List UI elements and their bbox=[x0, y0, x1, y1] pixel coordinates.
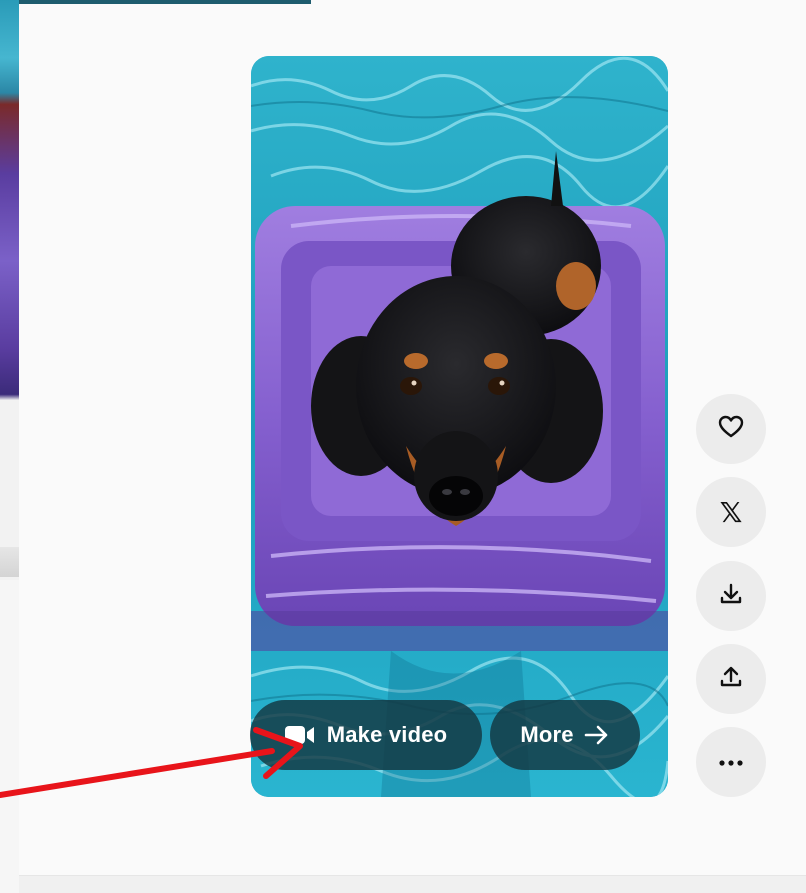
video-camera-icon bbox=[284, 724, 315, 746]
heart-icon bbox=[718, 415, 744, 444]
make-video-label: Make video bbox=[326, 722, 448, 747]
background-image-strip bbox=[0, 0, 19, 580]
generated-image-card[interactable] bbox=[251, 56, 668, 797]
more-dots-icon bbox=[719, 753, 743, 771]
x-logo-icon: 𝕏 bbox=[719, 495, 743, 529]
upload-share-icon bbox=[719, 665, 743, 694]
make-video-button[interactable]: Make video bbox=[250, 700, 482, 770]
download-button[interactable] bbox=[696, 561, 766, 631]
background-image-top-edge bbox=[19, 0, 311, 4]
more-label: More bbox=[520, 722, 574, 747]
more-options-button[interactable] bbox=[696, 727, 766, 797]
like-button[interactable] bbox=[696, 394, 766, 464]
background-card-edge bbox=[0, 547, 19, 577]
share-to-x-button[interactable]: 𝕏 bbox=[696, 477, 766, 547]
download-icon bbox=[719, 582, 743, 611]
bottom-bar bbox=[19, 876, 806, 893]
dog-on-pool-float-image bbox=[251, 56, 668, 797]
more-button[interactable]: More bbox=[490, 700, 640, 770]
arrow-right-icon bbox=[584, 724, 610, 746]
share-button[interactable] bbox=[696, 644, 766, 714]
